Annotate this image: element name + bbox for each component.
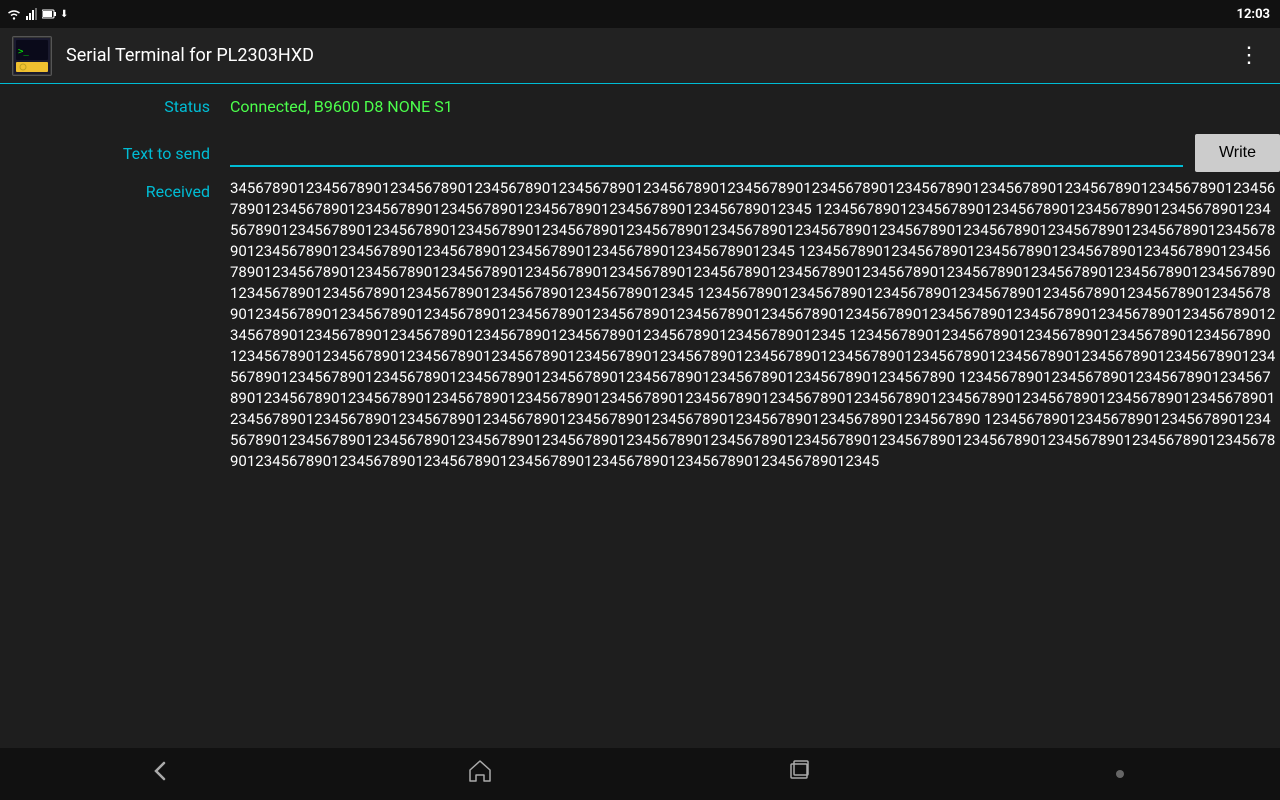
send-input[interactable] <box>230 139 1183 167</box>
app-bar: >_ Serial Terminal for PL2303HXD ⋮ <box>0 28 1280 84</box>
nav-bar <box>0 748 1280 800</box>
write-button[interactable]: Write <box>1195 134 1280 172</box>
svg-text:>_: >_ <box>18 47 29 57</box>
app-icon: >_ <box>12 36 52 76</box>
status-label: Status <box>0 97 230 116</box>
status-value: Connected, B9600 D8 NONE S1 <box>230 97 1280 116</box>
home-icon <box>466 757 494 791</box>
wifi-icon <box>6 8 22 20</box>
recents-button[interactable] <box>770 752 830 796</box>
recents-icon <box>786 757 814 791</box>
back-button[interactable] <box>130 752 190 796</box>
received-content[interactable]: 3456789012345678901234567890123456789012… <box>230 178 1280 748</box>
terminal-icon: >_ <box>14 38 50 74</box>
main-content: Status Connected, B9600 D8 NONE S1 Text … <box>0 84 1280 748</box>
status-bar: ⬇ 12:03 <box>0 0 1280 28</box>
received-row: Received 3456789012345678901234567890123… <box>0 178 1280 748</box>
home-button[interactable] <box>450 752 510 796</box>
text-to-send-label: Text to send <box>0 144 230 163</box>
menu-button[interactable]: ⋮ <box>1230 39 1268 72</box>
download-icon: ⬇ <box>60 9 68 20</box>
app-title: Serial Terminal for PL2303HXD <box>66 45 1230 66</box>
send-input-wrapper <box>230 139 1187 167</box>
received-label: Received <box>0 178 230 748</box>
status-time: 12:03 <box>1237 7 1271 22</box>
send-row: Text to send Write <box>0 128 1280 178</box>
back-icon <box>146 757 174 791</box>
nav-dot <box>1116 770 1124 778</box>
dot-indicator <box>1090 752 1150 796</box>
status-row: Status Connected, B9600 D8 NONE S1 <box>0 84 1280 128</box>
signal-icon <box>26 8 38 20</box>
battery-icon <box>42 9 56 19</box>
status-bar-left-icons: ⬇ <box>0 0 68 28</box>
